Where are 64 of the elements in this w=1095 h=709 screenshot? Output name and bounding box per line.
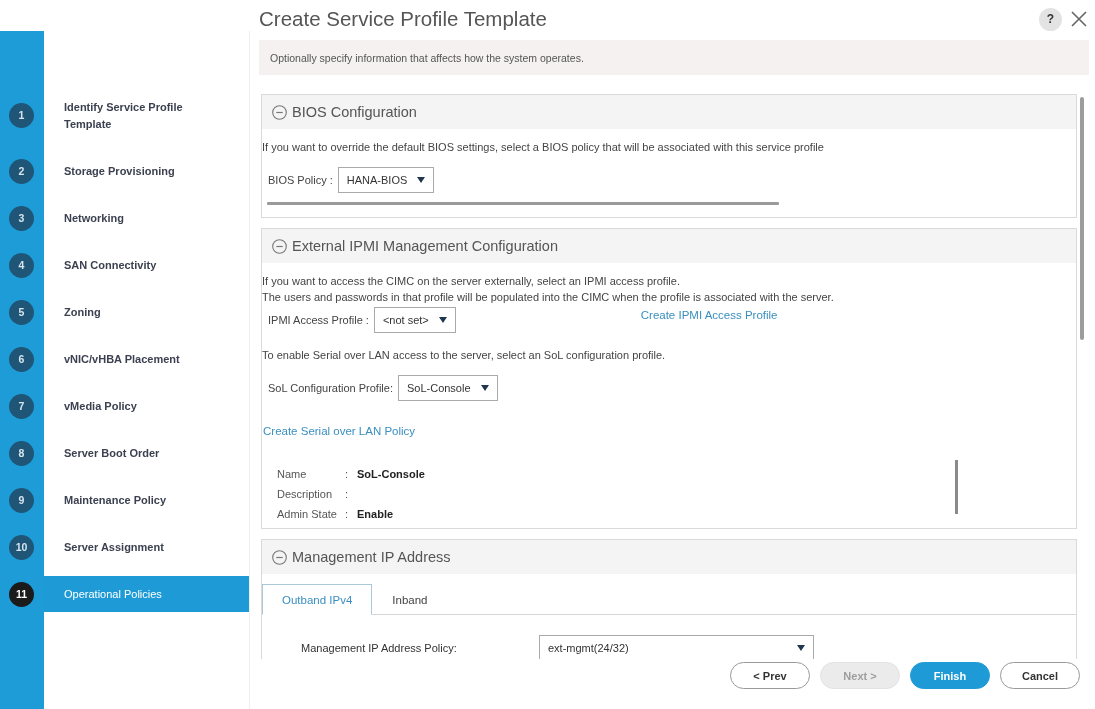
step-number: 1: [9, 103, 34, 128]
separator-text: :: [345, 468, 350, 480]
wizard-step[interactable]: Identify Service Profile Template: [44, 89, 249, 142]
step-number: 3: [9, 205, 34, 231]
scrollbar-thumb[interactable]: [267, 202, 779, 205]
field-label: IPMI Access Profile :: [268, 314, 369, 326]
description-text: The users and passwords in that profile will be populated into the CIMC when the profile is associated with the server.: [262, 290, 835, 305]
detail-value: SoL-Console: [357, 468, 425, 480]
wizard-step[interactable]: Maintenance Policy: [44, 482, 249, 518]
separator-text: :: [345, 508, 350, 520]
dropdown[interactable]: SoL-Console: [397, 375, 498, 401]
text-link[interactable]: Create Serial over LAN Policy: [263, 425, 416, 437]
wizard-step[interactable]: SAN Connectivity: [44, 247, 249, 283]
section-title: External IPMI Management Configuration: [292, 238, 558, 254]
detail-label: Admin State: [277, 508, 338, 520]
scrollbar-thumb[interactable]: [955, 460, 958, 514]
step-number: 2: [9, 158, 34, 184]
wizard-step[interactable]: Zoning: [44, 294, 249, 330]
step-number: 7: [9, 393, 34, 419]
section-title: Management IP Address: [292, 549, 451, 565]
detail-label: Name: [277, 468, 308, 480]
description-text: To enable Serial over LAN access to the server, select an SoL configuration profile.: [262, 348, 667, 363]
step-number: 6: [9, 346, 34, 372]
description-text: If you want to override the default BIOS settings, select a BIOS policy that will be associated with this service profile: [262, 140, 825, 155]
field-label: Management IP Address Policy:: [301, 642, 458, 654]
separator-text: :: [345, 488, 350, 500]
collapse-icon[interactable]: [272, 549, 287, 565]
dropdown[interactable]: ext-mgmt(24/32): [539, 635, 814, 659]
window-title: Create Service Profile Template: [259, 7, 548, 31]
close-icon[interactable]: [1071, 11, 1087, 27]
caret-icon: [438, 317, 447, 323]
dropdown[interactable]: HANA-BIOS: [337, 167, 435, 193]
field-label: BIOS Policy :: [268, 174, 333, 186]
tab[interactable]: Outband IPv4: [262, 584, 373, 615]
wizard-step[interactable]: Server Assignment: [44, 529, 249, 565]
collapse-icon[interactable]: [272, 104, 287, 120]
caret-icon: [417, 177, 426, 183]
wizard-button[interactable]: < Prev: [730, 662, 810, 689]
step-number: 8: [9, 440, 34, 466]
description-text: If you want to access the CIMC on the server externally, select an IPMI access profile.: [262, 274, 681, 289]
wizard-step[interactable]: Server Boot Order: [44, 435, 249, 471]
step-number: 4: [9, 252, 34, 278]
step-number: 10: [9, 534, 34, 560]
step-number: 11: [9, 581, 34, 607]
field-label: SoL Configuration Profile:: [268, 382, 393, 394]
detail-value: Enable: [357, 508, 394, 520]
wizard-step[interactable]: Storage Provisioning: [44, 153, 249, 189]
dropdown[interactable]: <not set>: [373, 307, 456, 333]
wizard-step[interactable]: Networking: [44, 200, 249, 236]
wizard-step[interactable]: vNIC/vHBA Placement: [44, 341, 249, 377]
collapse-icon[interactable]: [272, 238, 287, 254]
wizard-button[interactable]: Cancel: [1000, 662, 1080, 689]
scrollbar-thumb[interactable]: [1080, 97, 1084, 340]
step-number: 5: [9, 299, 34, 325]
caret-icon: [480, 385, 489, 391]
text-link[interactable]: Create IPMI Access Profile: [640, 309, 778, 321]
step-number: 9: [9, 487, 34, 513]
detail-label: Description: [277, 488, 334, 500]
wizard-step[interactable]: vMedia Policy: [44, 388, 249, 424]
help-button[interactable]: ?: [1039, 7, 1062, 31]
section-title: BIOS Configuration: [292, 104, 417, 120]
tab[interactable]: Inband: [372, 584, 448, 615]
info-banner: Optionally specify information that affects how the system operates.: [259, 40, 1089, 75]
caret-icon: [797, 645, 805, 651]
